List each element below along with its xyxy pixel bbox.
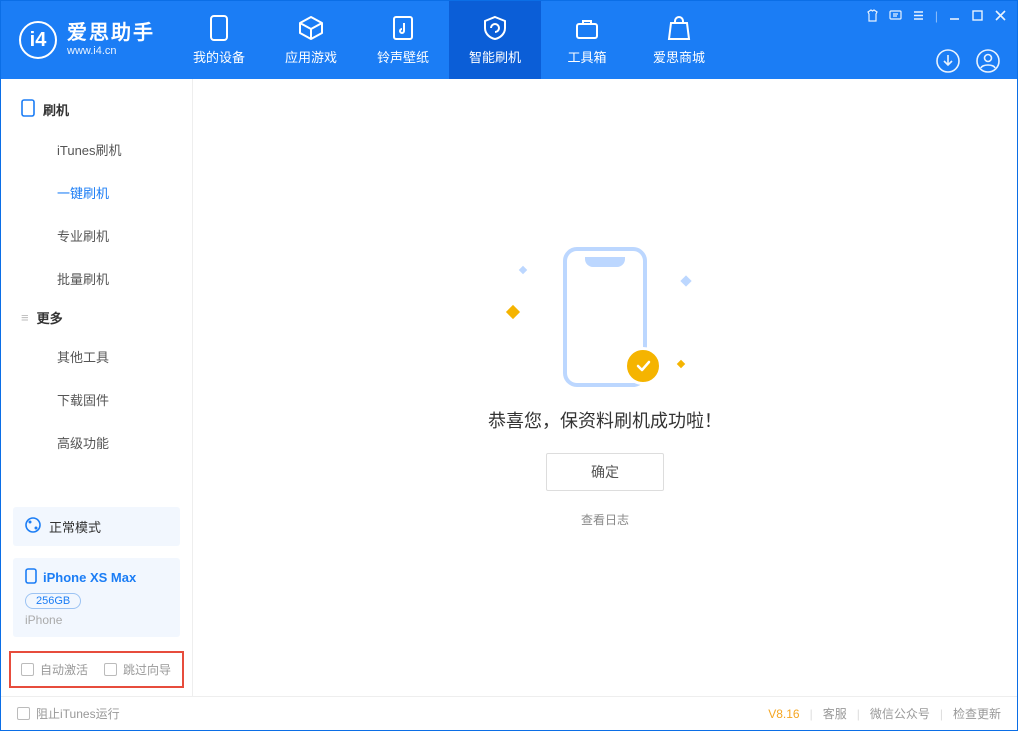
- view-log-link[interactable]: 查看日志: [581, 511, 629, 528]
- skin-icon[interactable]: [866, 9, 879, 25]
- nav-tab-ringtone[interactable]: 铃声壁纸: [357, 1, 449, 79]
- device-name: iPhone XS Max: [43, 570, 136, 585]
- checkbox-auto-activate[interactable]: 自动激活: [21, 661, 88, 678]
- sidebar-item-download-fw[interactable]: 下载固件: [1, 378, 192, 421]
- footer-link-wechat[interactable]: 微信公众号: [870, 705, 930, 722]
- app-logo: i4 爱思助手 www.i4.cn: [1, 1, 173, 79]
- maximize-button[interactable]: [971, 9, 984, 25]
- user-icon[interactable]: [975, 48, 1001, 79]
- success-illustration: [490, 247, 720, 387]
- close-button[interactable]: [994, 9, 1007, 25]
- flash-options-highlight: 自动激活 跳过向导: [9, 651, 184, 688]
- device-card[interactable]: iPhone XS Max 256GB iPhone: [13, 558, 180, 637]
- checkbox-stop-itunes[interactable]: 阻止iTunes运行: [17, 705, 120, 722]
- statusbar: 阻止iTunes运行 V8.16 | 客服 | 微信公众号 | 检查更新: [1, 696, 1017, 730]
- download-icon[interactable]: [935, 48, 961, 79]
- body: 刷机 iTunes刷机 一键刷机 专业刷机 批量刷机 ≡ 更多 其他工具 下载固…: [1, 79, 1017, 696]
- sidebar-item-onekey-flash[interactable]: 一键刷机: [1, 171, 192, 214]
- checkmark-badge-icon: [624, 347, 662, 385]
- app-name: 爱思助手: [67, 21, 155, 45]
- main-nav: 我的设备 应用游戏 铃声壁纸 智能刷机 工具箱 爱思商城: [173, 1, 856, 79]
- sidebar-item-itunes-flash[interactable]: iTunes刷机: [1, 128, 192, 171]
- checkbox-skip-guide[interactable]: 跳过向导: [104, 661, 171, 678]
- titlebar: i4 爱思助手 www.i4.cn 我的设备 应用游戏 铃声壁纸 智能刷机: [1, 1, 1017, 79]
- mode-icon: [25, 517, 41, 536]
- app-window: i4 爱思助手 www.i4.cn 我的设备 应用游戏 铃声壁纸 智能刷机: [1, 1, 1017, 730]
- list-icon: ≡: [21, 310, 29, 325]
- nav-tab-apps[interactable]: 应用游戏: [265, 1, 357, 79]
- device-type: iPhone: [25, 613, 168, 627]
- bag-icon: [666, 15, 692, 41]
- sidebar: 刷机 iTunes刷机 一键刷机 专业刷机 批量刷机 ≡ 更多 其他工具 下载固…: [1, 79, 193, 696]
- footer-link-support[interactable]: 客服: [823, 705, 847, 722]
- music-file-icon: [390, 15, 416, 41]
- logo-icon: i4: [19, 21, 57, 59]
- phone-icon: [206, 15, 232, 41]
- window-controls: |: [856, 1, 1017, 33]
- main-panel: 恭喜您，保资料刷机成功啦！ 确定 查看日志: [193, 79, 1017, 696]
- toolbox-icon: [574, 15, 600, 41]
- device-storage: 256GB: [25, 593, 81, 609]
- phone-outline-icon: [21, 99, 35, 120]
- nav-tab-flash[interactable]: 智能刷机: [449, 1, 541, 79]
- nav-tab-device[interactable]: 我的设备: [173, 1, 265, 79]
- device-mode[interactable]: 正常模式: [13, 507, 180, 546]
- phone-small-icon: [25, 568, 37, 587]
- sidebar-section-flash: 刷机: [1, 91, 192, 128]
- sidebar-item-batch-flash[interactable]: 批量刷机: [1, 257, 192, 300]
- footer-link-update[interactable]: 检查更新: [953, 705, 1001, 722]
- minimize-button[interactable]: [948, 9, 961, 25]
- feedback-icon[interactable]: [889, 9, 902, 25]
- success-message: 恭喜您，保资料刷机成功啦！: [488, 407, 722, 433]
- menu-icon[interactable]: [912, 9, 925, 25]
- confirm-button[interactable]: 确定: [546, 453, 664, 491]
- version-label: V8.16: [768, 707, 799, 721]
- sidebar-section-more: ≡ 更多: [1, 300, 192, 335]
- sidebar-item-other-tools[interactable]: 其他工具: [1, 335, 192, 378]
- sidebar-item-pro-flash[interactable]: 专业刷机: [1, 214, 192, 257]
- sidebar-item-advanced[interactable]: 高级功能: [1, 421, 192, 464]
- refresh-shield-icon: [482, 15, 508, 41]
- nav-tab-store[interactable]: 爱思商城: [633, 1, 725, 79]
- cube-icon: [298, 15, 324, 41]
- nav-tab-toolbox[interactable]: 工具箱: [541, 1, 633, 79]
- app-domain: www.i4.cn: [67, 45, 155, 58]
